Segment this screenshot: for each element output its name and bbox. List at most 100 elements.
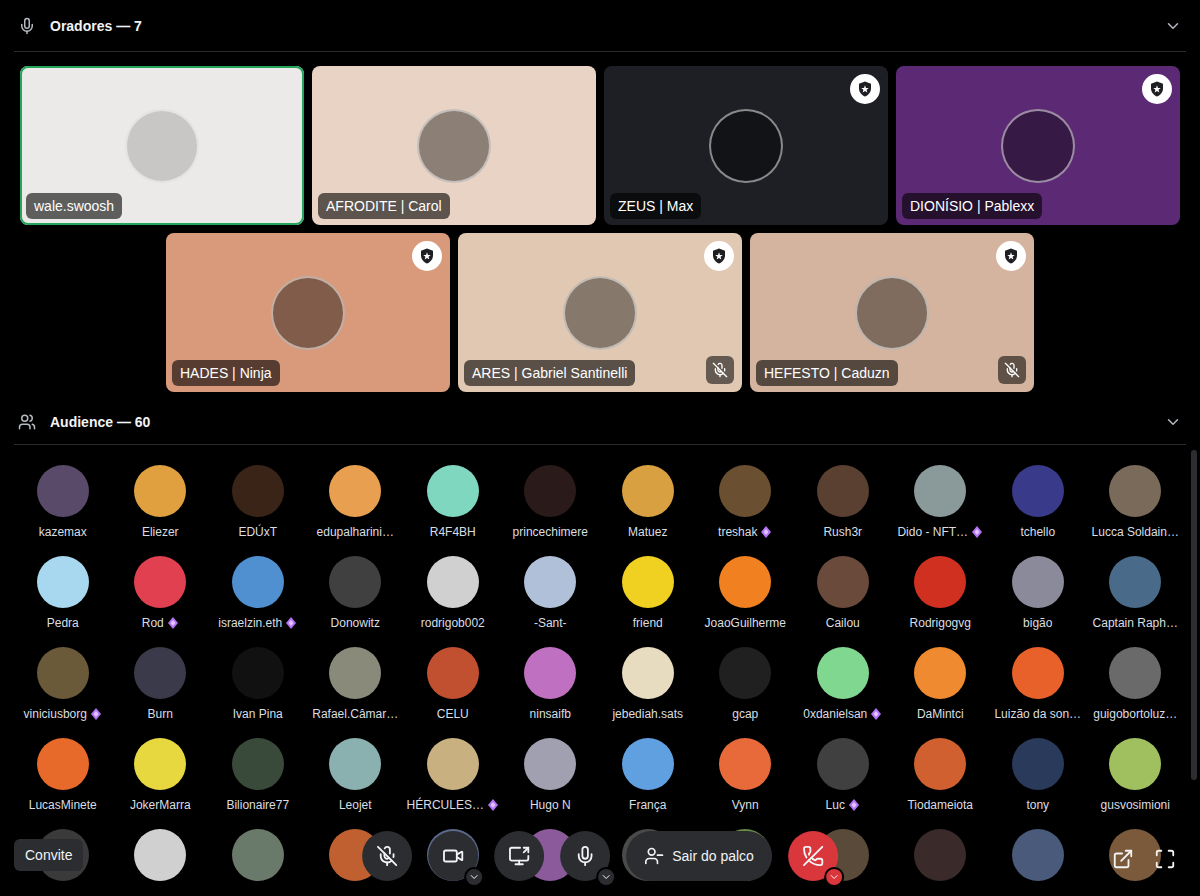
audience-member[interactable]: Luizão da son… [989, 647, 1087, 722]
audience-member[interactable] [112, 829, 210, 881]
audience-member[interactable]: Vynn [697, 738, 795, 813]
speaker-tile[interactable]: HADES | Ninja [166, 233, 450, 392]
audience-member[interactable] [892, 829, 990, 881]
member-avatar [427, 647, 479, 699]
audience-member[interactable]: Matuez [599, 465, 697, 540]
audience-member[interactable]: Cailou [794, 556, 892, 631]
audience-member[interactable]: guigobortoluz… [1087, 647, 1185, 722]
audience-member[interactable]: HÉRCULES… [404, 738, 502, 813]
microphone-button[interactable] [560, 831, 610, 881]
fullscreen-button[interactable] [1152, 846, 1178, 872]
audience-member[interactable]: Lucca Soldain… [1087, 465, 1185, 540]
audience-member[interactable]: Bilionaire77 [209, 738, 307, 813]
audience-member[interactable]: CELU [404, 647, 502, 722]
audience-member[interactable] [989, 829, 1087, 881]
audience-member[interactable]: Dido - NFT… [892, 465, 990, 540]
muted-badge [998, 356, 1026, 384]
audience-member[interactable]: israelzin.eth [209, 556, 307, 631]
chevron-down-icon[interactable] [1164, 413, 1182, 431]
audience-member[interactable]: rodrigob002 [404, 556, 502, 631]
audience-member[interactable]: França [599, 738, 697, 813]
audience-member[interactable]: treshak [697, 465, 795, 540]
audience-member[interactable]: bigão [989, 556, 1087, 631]
audience-member[interactable]: Captain Raph… [1087, 556, 1185, 631]
speaker-name: AFRODITE | Carol [318, 193, 450, 219]
member-avatar [524, 556, 576, 608]
audience-member[interactable]: tchello [989, 465, 1087, 540]
member-avatar [719, 465, 771, 517]
member-name: DaMintci [917, 706, 964, 722]
share-button[interactable] [494, 831, 544, 881]
speaker-tile[interactable]: ZEUS | Max [604, 66, 888, 225]
member-name: Eliezer [142, 524, 179, 540]
audience-member[interactable]: Pedra [14, 556, 112, 631]
invite-button[interactable]: Convite [14, 839, 83, 871]
audience-member[interactable]: JoaoGuilherme [697, 556, 795, 631]
muted-badge [706, 356, 734, 384]
audience-member[interactable]: edupalharini… [307, 465, 405, 540]
audience-member[interactable]: Burn [112, 647, 210, 722]
audience-member[interactable] [209, 829, 307, 881]
audience-member[interactable]: Eliezer [112, 465, 210, 540]
audience-member[interactable]: Tiodameiota [892, 738, 990, 813]
audience-member[interactable]: LucasMinete [14, 738, 112, 813]
dropdown-toggle[interactable] [824, 867, 844, 887]
member-name: CELU [437, 706, 469, 722]
speaker-tile[interactable]: ARES | Gabriel Santinelli [458, 233, 742, 392]
speaker-tile[interactable]: wale.swoosh [20, 66, 304, 225]
scrollbar-thumb[interactable] [1191, 450, 1197, 780]
audience-member[interactable]: ninsaifb [502, 647, 600, 722]
audience-member[interactable]: 0xdanielsan [794, 647, 892, 722]
audience-member[interactable]: viniciusborg [14, 647, 112, 722]
mic-off-icon [1004, 362, 1020, 378]
hangup-button[interactable] [788, 831, 838, 881]
speaker-tile[interactable]: DIONÍSIO | Pablexx [896, 66, 1180, 225]
audience-member[interactable]: kazemax [14, 465, 112, 540]
member-name: rodrigob002 [421, 615, 485, 631]
member-avatar [1109, 465, 1161, 517]
member-name: Leojet [339, 797, 372, 813]
audience-member[interactable]: Ivan Pina [209, 647, 307, 722]
moderator-badge [850, 74, 880, 104]
audience-member[interactable]: Rod [112, 556, 210, 631]
audience-member[interactable]: Luc [794, 738, 892, 813]
audience-member[interactable]: Rush3r [794, 465, 892, 540]
boost-icon [90, 708, 102, 720]
speaker-name: ZEUS | Max [610, 193, 701, 219]
audience-member[interactable]: gcap [697, 647, 795, 722]
camera-button[interactable] [428, 831, 478, 881]
audience-member[interactable]: Rodrigogvg [892, 556, 990, 631]
audience-member[interactable]: Rafael.Câmar… [307, 647, 405, 722]
audience-member[interactable]: tony [989, 738, 1087, 813]
audience-member[interactable]: Hugo N [502, 738, 600, 813]
leave-button[interactable]: Sair do palco [626, 831, 772, 881]
audience-member[interactable]: JokerMarra [112, 738, 210, 813]
member-name: Ivan Pina [233, 706, 283, 722]
member-avatar [134, 738, 186, 790]
dropdown-toggle[interactable] [596, 867, 616, 887]
speakers-header[interactable]: Oradores — 7 [14, 0, 1186, 52]
speaker-tile[interactable]: AFRODITE | Carol [312, 66, 596, 225]
speaker-name: DIONÍSIO | Pablexx [902, 193, 1042, 219]
member-name: Donowitz [331, 615, 380, 631]
chevron-down-icon[interactable] [1164, 17, 1182, 35]
audience-member[interactable]: R4F4BH [404, 465, 502, 540]
mute-button[interactable] [362, 831, 412, 881]
speaker-tile[interactable]: HEFESTO | Caduzn [750, 233, 1034, 392]
member-avatar [622, 647, 674, 699]
audience-member[interactable]: jebediah.sats [599, 647, 697, 722]
audience-member[interactable]: Leojet [307, 738, 405, 813]
audience-member[interactable]: EDÚxT [209, 465, 307, 540]
audience-member[interactable]: friend [599, 556, 697, 631]
member-name: kazemax [39, 524, 87, 540]
member-name: Rafael.Câmar… [312, 706, 398, 722]
audience-member[interactable]: -Sant- [502, 556, 600, 631]
popout-button[interactable] [1110, 846, 1136, 872]
audience-member[interactable]: Donowitz [307, 556, 405, 631]
audience-member[interactable]: gusvosimioni [1087, 738, 1185, 813]
audience-member[interactable]: princechimere [502, 465, 600, 540]
audience-header[interactable]: Audience — 60 [14, 399, 1186, 445]
speakers-title: Oradores — 7 [50, 17, 1150, 35]
audience-member[interactable]: DaMintci [892, 647, 990, 722]
dropdown-toggle[interactable] [464, 867, 484, 887]
